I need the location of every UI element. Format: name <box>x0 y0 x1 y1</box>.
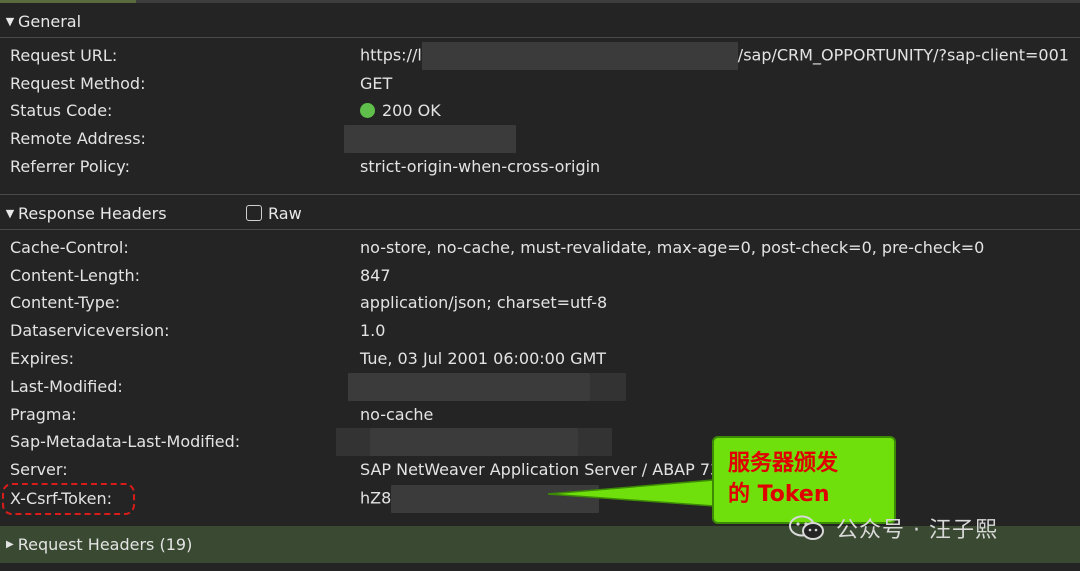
header-row: Expires: Tue, 03 Jul 2001 06:00:00 GMT <box>0 345 1080 372</box>
wechat-icon <box>789 515 824 540</box>
status-code-text: 200 OK <box>382 101 441 120</box>
redacted-value <box>578 427 612 456</box>
general-section-title: General <box>18 11 82 31</box>
header-key: Expires: <box>10 349 74 368</box>
redacted-value <box>348 372 590 401</box>
raw-checkbox[interactable] <box>246 205 262 221</box>
referrer-policy-label: Referrer Policy: <box>10 157 130 176</box>
request-url-label: Request URL: <box>10 46 118 65</box>
header-key: Server: <box>10 460 68 479</box>
request-method-value: GET <box>360 74 393 93</box>
top-tab-strip <box>0 0 1080 3</box>
caret-down-icon: ▼ <box>5 14 15 28</box>
referrer-policy-row: Referrer Policy: strict-origin-when-cros… <box>0 153 1080 180</box>
watermark-text: 公众号 · 汪子熙 <box>836 518 998 543</box>
request-method-label: Request Method: <box>10 74 146 93</box>
status-code-row: Status Code: 200 OK <box>0 97 1080 124</box>
annotation-callout: 服务器颁发 的 Token <box>712 436 896 524</box>
header-row: Pragma: no-cache <box>0 401 1080 428</box>
header-value: no-cache <box>360 405 434 424</box>
redacted-value <box>370 427 578 456</box>
divider <box>0 37 1080 38</box>
header-value: hZ8 <box>360 484 600 513</box>
caret-down-icon: ▼ <box>5 206 15 220</box>
referrer-policy-value: strict-origin-when-cross-origin <box>360 157 601 176</box>
request-url-suffix: /sap/CRM_OPPORTUNITY/?sap-client=001 <box>737 45 1069 64</box>
csrf-token-prefix: hZ8 <box>360 488 392 507</box>
header-row: Cache-Control: no-store, no-cache, must-… <box>0 234 1080 261</box>
header-row: Content-Type: application/json; charset=… <box>0 289 1080 316</box>
header-row: Content-Length: 847 <box>0 262 1080 289</box>
general-section-header[interactable]: ▼ General <box>0 5 1080 37</box>
status-code-label: Status Code: <box>10 101 113 120</box>
header-key: Sap-Metadata-Last-Modified: <box>10 432 241 451</box>
header-row: X-Csrf-Token: hZ8 <box>0 484 1080 513</box>
callout-line-2: 的 Token <box>728 482 830 507</box>
header-value <box>336 427 612 456</box>
redacted-address <box>344 124 516 153</box>
remote-address-value <box>344 124 516 153</box>
callout-line-1: 服务器颁发 <box>728 451 839 476</box>
status-code-value: 200 OK <box>360 101 441 120</box>
remote-address-label: Remote Address: <box>10 129 146 148</box>
header-key: Content-Length: <box>10 266 140 285</box>
header-key: Cache-Control: <box>10 238 129 257</box>
active-tab-indicator <box>0 0 136 3</box>
raw-toggle[interactable]: Raw <box>246 204 302 223</box>
response-headers-title: Response Headers <box>18 203 167 223</box>
request-method-row: Request Method: GET <box>0 70 1080 97</box>
request-url-value[interactable]: https://l/sap/CRM_OPPORTUNITY/?sap-clien… <box>360 41 1069 70</box>
request-url-row: Request URL: https://l/sap/CRM_OPPORTUNI… <box>0 41 1080 70</box>
remote-address-row: Remote Address: <box>0 124 1080 153</box>
header-row: Last-Modified: <box>0 372 1080 401</box>
status-ok-icon <box>360 103 375 118</box>
request-headers-title: Request Headers (19) <box>17 535 193 554</box>
watermark: 公众号 · 汪子熙 <box>788 512 998 544</box>
header-row: Dataserviceversion: 1.0 <box>0 317 1080 344</box>
csrf-highlight-outline <box>2 483 135 515</box>
caret-right-icon: ▶ <box>6 539 14 550</box>
request-url-prefix: https://l <box>360 45 422 64</box>
divider <box>0 229 1080 230</box>
header-value: Tue, 03 Jul 2001 06:00:00 GMT <box>360 349 607 368</box>
header-value: 1.0 <box>360 321 386 340</box>
header-key: Pragma: <box>10 405 77 424</box>
redacted-token <box>391 484 600 513</box>
header-value: 847 <box>360 266 391 285</box>
redacted-host <box>421 41 738 70</box>
header-value: SAP NetWeaver Application Server / ABAP … <box>360 460 731 479</box>
header-value <box>348 372 626 401</box>
header-row: Server: SAP NetWeaver Application Server… <box>0 456 1080 483</box>
header-key: Content-Type: <box>10 293 121 312</box>
response-headers-section-header[interactable]: ▼ Response Headers Raw <box>0 197 1080 229</box>
header-value: no-store, no-cache, must-revalidate, max… <box>360 238 985 257</box>
header-key: Last-Modified: <box>10 377 123 396</box>
raw-label: Raw <box>268 203 302 223</box>
redacted-value <box>336 427 370 456</box>
header-value: application/json; charset=utf-8 <box>360 293 608 312</box>
header-key: Dataserviceversion: <box>10 321 170 340</box>
header-row: Sap-Metadata-Last-Modified: <box>0 427 1080 456</box>
redacted-value <box>590 372 626 401</box>
divider <box>0 194 1080 195</box>
